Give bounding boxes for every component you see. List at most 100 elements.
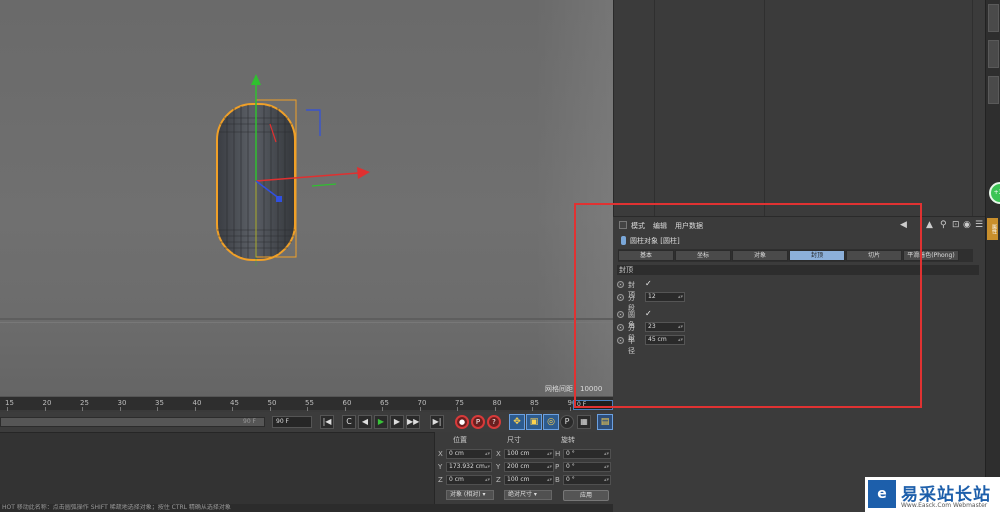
horizon-line-secondary <box>0 322 613 323</box>
play-button[interactable]: ▶ <box>374 415 388 429</box>
cylinder-object-icon <box>621 236 626 245</box>
object-manager-panel[interactable] <box>613 0 985 216</box>
tab-basic[interactable]: 基本 <box>618 250 674 261</box>
grid-spacing-label: 网格间距：10000 cm <box>545 385 603 396</box>
apply-button[interactable]: 应用 <box>563 490 609 501</box>
key-help-button[interactable]: ? <box>487 415 501 429</box>
ruler-tick-label: 85 <box>530 399 539 407</box>
move-key-icon[interactable]: ✥ <box>509 414 525 430</box>
scale-key-icon[interactable]: ▣ <box>526 414 542 430</box>
rotation-h-value: 0 ° <box>566 450 575 457</box>
dock-tab[interactable] <box>988 4 999 32</box>
coord-mode-dropdown[interactable]: 对象 (相对) ▾ <box>446 490 494 500</box>
rotation-p-field[interactable]: 0 ° ▴▾ <box>563 462 611 472</box>
anim-radio[interactable] <box>617 337 624 344</box>
timeline-ruler[interactable]: 15 20 25 30 35 40 45 50 55 60 65 70 75 80 85 90 <box>0 396 613 411</box>
next-key-button[interactable]: ▶▶ <box>406 415 420 429</box>
menu-user-data[interactable]: 用户数据 <box>675 221 703 231</box>
axis-y-arrow[interactable] <box>251 74 261 85</box>
record-button[interactable]: ● <box>455 415 469 429</box>
position-z-field[interactable]: 0 cm ▴▾ <box>446 475 492 485</box>
fillet-segments-field[interactable]: 23 ▴▾ <box>645 322 685 332</box>
axis-z-handle[interactable] <box>276 196 282 202</box>
cap-segments-field[interactable]: 12 ▴▾ <box>645 292 685 302</box>
new-view-icon[interactable]: ◉ <box>963 220 971 230</box>
anim-radio[interactable] <box>617 281 624 288</box>
ruler-tick-label: 45 <box>230 399 239 407</box>
capsule-object[interactable] <box>200 66 380 266</box>
ruler-tick-mark <box>269 407 271 411</box>
search-icon[interactable]: ⚲ <box>940 220 947 230</box>
column-divider <box>654 0 655 216</box>
attribute-menubar: 模式 编辑 用户数据 ◀ ▲ ⚲ ⊡ ◉ ☰ <box>613 219 985 231</box>
attributes-dock-tab[interactable]: 属性 <box>987 218 998 240</box>
row-y-axis: Y <box>438 463 443 471</box>
timeline-window-icon[interactable]: ▤ <box>597 414 613 430</box>
menu-edit[interactable]: 编辑 <box>653 221 667 231</box>
menu-mode[interactable]: 模式 <box>631 221 645 231</box>
ruler-tick-label: 55 <box>305 399 314 407</box>
fillet-checkbox[interactable]: ✓ <box>645 309 652 318</box>
param-key-icon[interactable]: P <box>560 415 574 429</box>
up-arrow-icon[interactable]: ▲ <box>926 220 933 230</box>
loop-button[interactable]: C <box>342 415 356 429</box>
size-y-field[interactable]: 200 cm ▴▾ <box>504 462 554 472</box>
rotation-b-field[interactable]: 0 ° ▴▾ <box>563 475 611 485</box>
transport-bar: 90 F 90 F |◀ C ◀ ▶ ▶ ▶▶ ▶| ● P ? ✥ ▣ ◎ P… <box>0 412 613 432</box>
rotation-h-field[interactable]: 0 ° ▴▾ <box>563 449 611 459</box>
position-y-value: 173.932 cm <box>449 463 485 470</box>
ruler-tick-label: 70 <box>417 399 427 407</box>
tab-object[interactable]: 对象 <box>732 250 788 261</box>
fillet-radius-field[interactable]: 45 cm ▴▾ <box>645 335 685 345</box>
tab-caps[interactable]: 封顶 <box>789 250 845 261</box>
size-header: 尺寸 <box>507 436 521 444</box>
menu-grip-icon[interactable] <box>619 221 627 229</box>
current-frame-marker[interactable]: 0 F <box>573 400 613 410</box>
caps-checkbox[interactable]: ✓ <box>645 279 652 288</box>
anim-radio[interactable] <box>617 324 624 331</box>
ruler-tick-mark <box>569 407 571 411</box>
back-arrow-icon[interactable]: ◀ <box>900 220 907 230</box>
ruler-tick-label: 35 <box>155 399 164 407</box>
axis-x-arrow[interactable] <box>357 167 370 179</box>
size-x-field[interactable]: 100 cm ▴▾ <box>504 449 554 459</box>
fillet-radius-value: 45 cm <box>648 336 667 343</box>
material-manager[interactable] <box>0 432 434 504</box>
end-frame-field[interactable]: 90 F <box>272 416 312 428</box>
anim-radio[interactable] <box>617 294 624 301</box>
menu-icon[interactable]: ☰ <box>975 220 983 230</box>
tab-coord[interactable]: 坐标 <box>675 250 731 261</box>
size-mode-dropdown[interactable]: 绝对尺寸 ▾ <box>504 490 552 500</box>
rotation-header: 旋转 <box>561 436 575 444</box>
tab-phong[interactable]: 平滑着色(Phong) <box>903 250 959 261</box>
anim-radio[interactable] <box>617 311 624 318</box>
tab-slice[interactable]: 切片 <box>846 250 902 261</box>
size-x-value: 100 cm <box>507 450 530 457</box>
go-to-start-button[interactable]: |◀ <box>320 415 334 429</box>
size-z-field[interactable]: 100 cm ▴▾ <box>504 475 554 485</box>
coordinates-manager: 位置 尺寸 旋转 X 0 cm ▴▾ X 100 cm ▴▾ H 0 ° ▴▾ Y 1… <box>434 432 613 504</box>
lock-icon[interactable]: ⊡ <box>952 220 960 230</box>
rotation-band-y[interactable] <box>311 183 337 187</box>
position-header: 位置 <box>453 436 467 444</box>
ruler-tick-label: 25 <box>80 399 89 407</box>
object-title: 圆柱对象 [圆柱] <box>621 236 680 246</box>
position-y-field[interactable]: 173.932 cm ▴▾ <box>446 462 492 472</box>
pla-key-icon[interactable]: ▦ <box>577 415 591 429</box>
next-frame-button[interactable]: ▶ <box>390 415 404 429</box>
ruler-tick-mark <box>44 407 46 411</box>
site-logo-icon: e <box>868 480 896 508</box>
3d-viewport[interactable]: 网格间距：10000 cm <box>0 0 613 396</box>
ruler-tick-label: 40 <box>192 399 202 407</box>
prev-frame-button[interactable]: ◀ <box>358 415 372 429</box>
dock-tab[interactable] <box>988 40 999 68</box>
rotate-key-icon[interactable]: ◎ <box>543 414 559 430</box>
preview-range-slider[interactable]: 90 F <box>0 417 265 427</box>
autokey-button[interactable]: P <box>471 415 485 429</box>
dock-tab[interactable] <box>988 76 999 104</box>
position-x-field[interactable]: 0 cm ▴▾ <box>446 449 492 459</box>
ruler-tick-mark <box>82 407 83 411</box>
rotation-band-z[interactable] <box>306 109 321 136</box>
column-divider <box>972 0 973 216</box>
go-to-end-button[interactable]: ▶| <box>430 415 444 429</box>
